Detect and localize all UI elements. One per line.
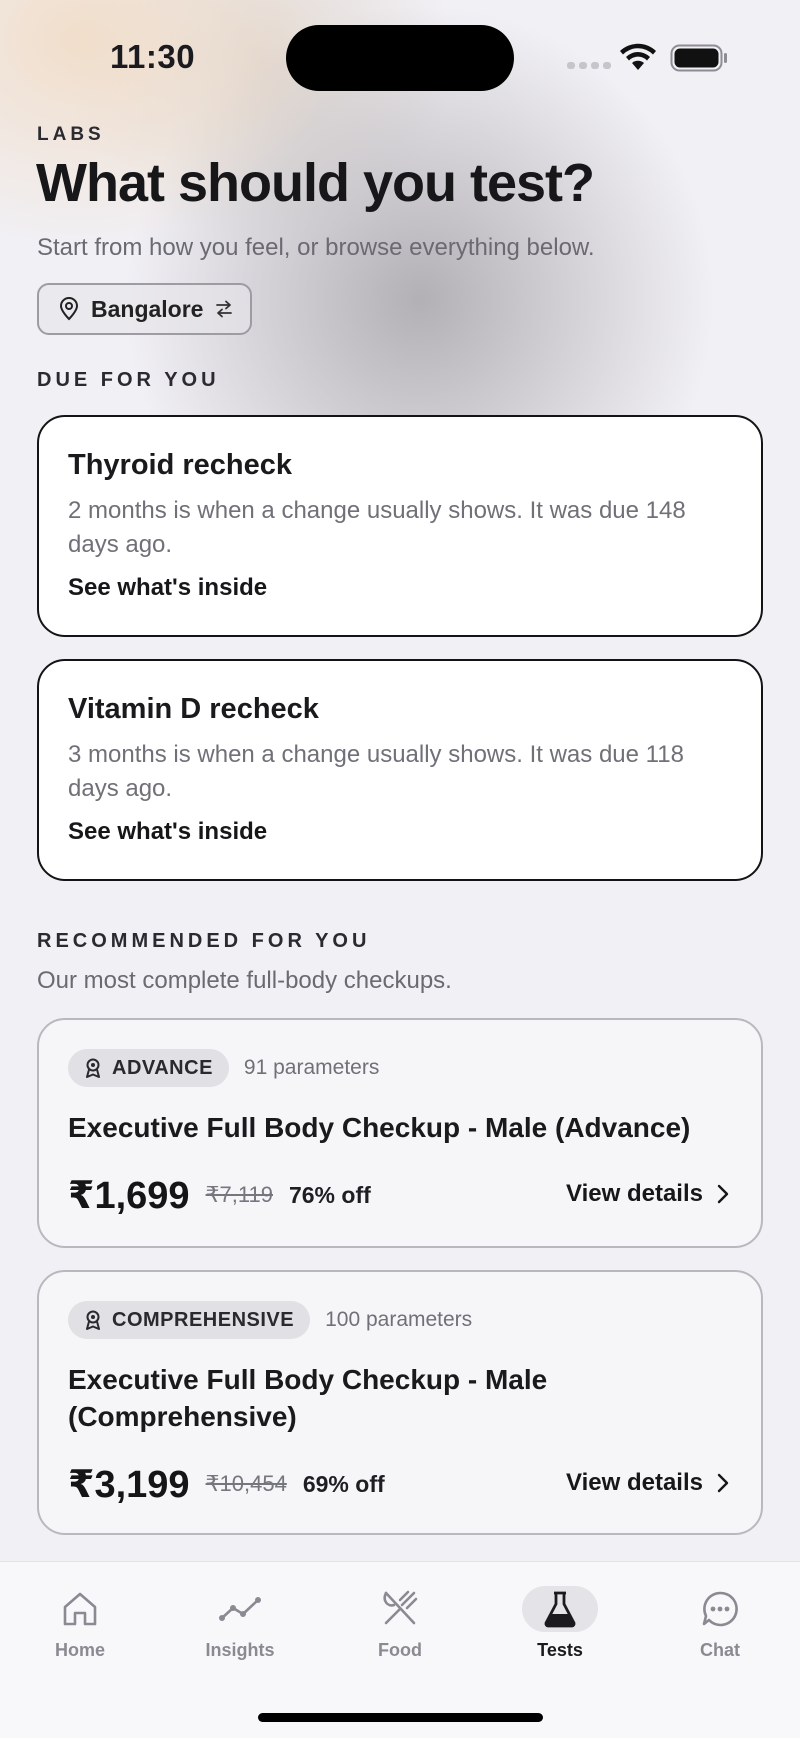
due-card-title: Thyroid recheck — [68, 449, 293, 481]
tab-food[interactable]: Food — [340, 1586, 460, 1676]
recommended-section-label: RECOMMENDED FOR YOU — [37, 930, 371, 952]
package-price: ₹1,699 — [68, 1174, 190, 1217]
package-title: Executive Full Body Checkup - Male (Adva… — [68, 1112, 691, 1143]
award-icon — [86, 1310, 100, 1330]
tab-label: Insights — [205, 1640, 275, 1660]
chevron-right-icon — [717, 1473, 729, 1493]
tier-badge-label: ADVANCE — [112, 1056, 213, 1079]
see-inside-link[interactable]: See what's inside — [68, 818, 733, 846]
battery-icon — [670, 44, 727, 72]
tab-insights[interactable]: Insights — [180, 1586, 300, 1676]
view-details-button[interactable]: View details — [566, 1469, 729, 1497]
due-card-thyroid[interactable]: Thyroid recheck 2 months is when a chang… — [37, 415, 763, 637]
home-indicator[interactable] — [258, 1713, 543, 1722]
tab-label: Food — [378, 1640, 422, 1660]
view-details-label: View details — [566, 1180, 703, 1207]
bottom-tab-bar: Home Insights Food Tests Chat — [0, 1561, 800, 1738]
parameter-count: 100 parameters — [325, 1308, 473, 1331]
chat-icon — [682, 1586, 758, 1632]
price-row: ₹3,199 ₹10,454 69% off View details — [68, 1459, 733, 1509]
status-bar: 11:30 — [0, 0, 800, 120]
package-discount: 76% off — [288, 1181, 371, 1208]
insights-icon — [202, 1586, 278, 1632]
package-mrp: ₹10,454 — [205, 1471, 287, 1496]
view-details-label: View details — [566, 1469, 703, 1496]
package-title: Executive Full Body Checkup - Male (Comp… — [68, 1364, 548, 1432]
page-subtitle: Start from how you feel, or browse every… — [37, 234, 595, 261]
package-mrp: ₹7,119 — [205, 1182, 273, 1207]
cellular-signal-icon — [567, 62, 611, 69]
due-card-description: 2 months is when a change usually shows.… — [68, 497, 686, 558]
due-card-vitamin-d[interactable]: Vitamin D recheck 3 months is when a cha… — [37, 659, 763, 881]
tab-label: Home — [54, 1640, 105, 1660]
package-card-comprehensive[interactable]: COMPREHENSIVE 100 parameters Executive F… — [37, 1270, 763, 1535]
tab-home[interactable]: Home — [20, 1586, 140, 1676]
due-card-title: Vitamin D recheck — [68, 693, 319, 725]
tier-badge: ADVANCE — [68, 1049, 229, 1087]
map-pin-icon — [59, 297, 79, 321]
due-section-label: DUE FOR YOU — [37, 369, 220, 391]
parameter-count: 91 parameters — [243, 1056, 380, 1079]
swap-arrows-icon — [216, 300, 233, 318]
due-card-description: 3 months is when a change usually shows.… — [68, 741, 684, 802]
status-time: 11:30 — [110, 38, 196, 75]
package-discount: 69% off — [302, 1470, 385, 1497]
package-price: ₹3,199 — [68, 1463, 190, 1506]
package-card-advance[interactable]: ADVANCE 91 parameters Executive Full Bod… — [37, 1018, 763, 1248]
price-row: ₹1,699 ₹7,119 76% off View details — [68, 1170, 733, 1220]
view-details-button[interactable]: View details — [566, 1180, 729, 1208]
tier-badge: COMPREHENSIVE — [68, 1301, 311, 1339]
location-label: Bangalore — [91, 295, 204, 322]
home-icon — [42, 1586, 118, 1632]
location-selector-button[interactable]: Bangalore — [37, 283, 252, 335]
award-icon — [86, 1058, 100, 1078]
tab-label: Chat — [700, 1640, 740, 1660]
tab-label: Tests — [537, 1640, 583, 1660]
see-inside-link[interactable]: See what's inside — [68, 574, 733, 602]
wifi-icon — [620, 43, 656, 70]
food-icon — [362, 1586, 438, 1632]
dynamic-island — [286, 25, 514, 91]
tab-tests[interactable]: Tests — [500, 1586, 620, 1676]
page-eyebrow: LABS — [37, 124, 105, 145]
labs-screen: 11:30 LABS What should you test? Start f… — [0, 0, 800, 1738]
recommended-section-subtitle: Our most complete full-body checkups. — [37, 967, 452, 994]
tier-badge-label: COMPREHENSIVE — [112, 1308, 295, 1331]
page-title: What should you test? — [36, 153, 595, 213]
flask-icon — [522, 1586, 598, 1632]
chevron-right-icon — [717, 1184, 729, 1204]
tab-chat[interactable]: Chat — [660, 1586, 780, 1676]
